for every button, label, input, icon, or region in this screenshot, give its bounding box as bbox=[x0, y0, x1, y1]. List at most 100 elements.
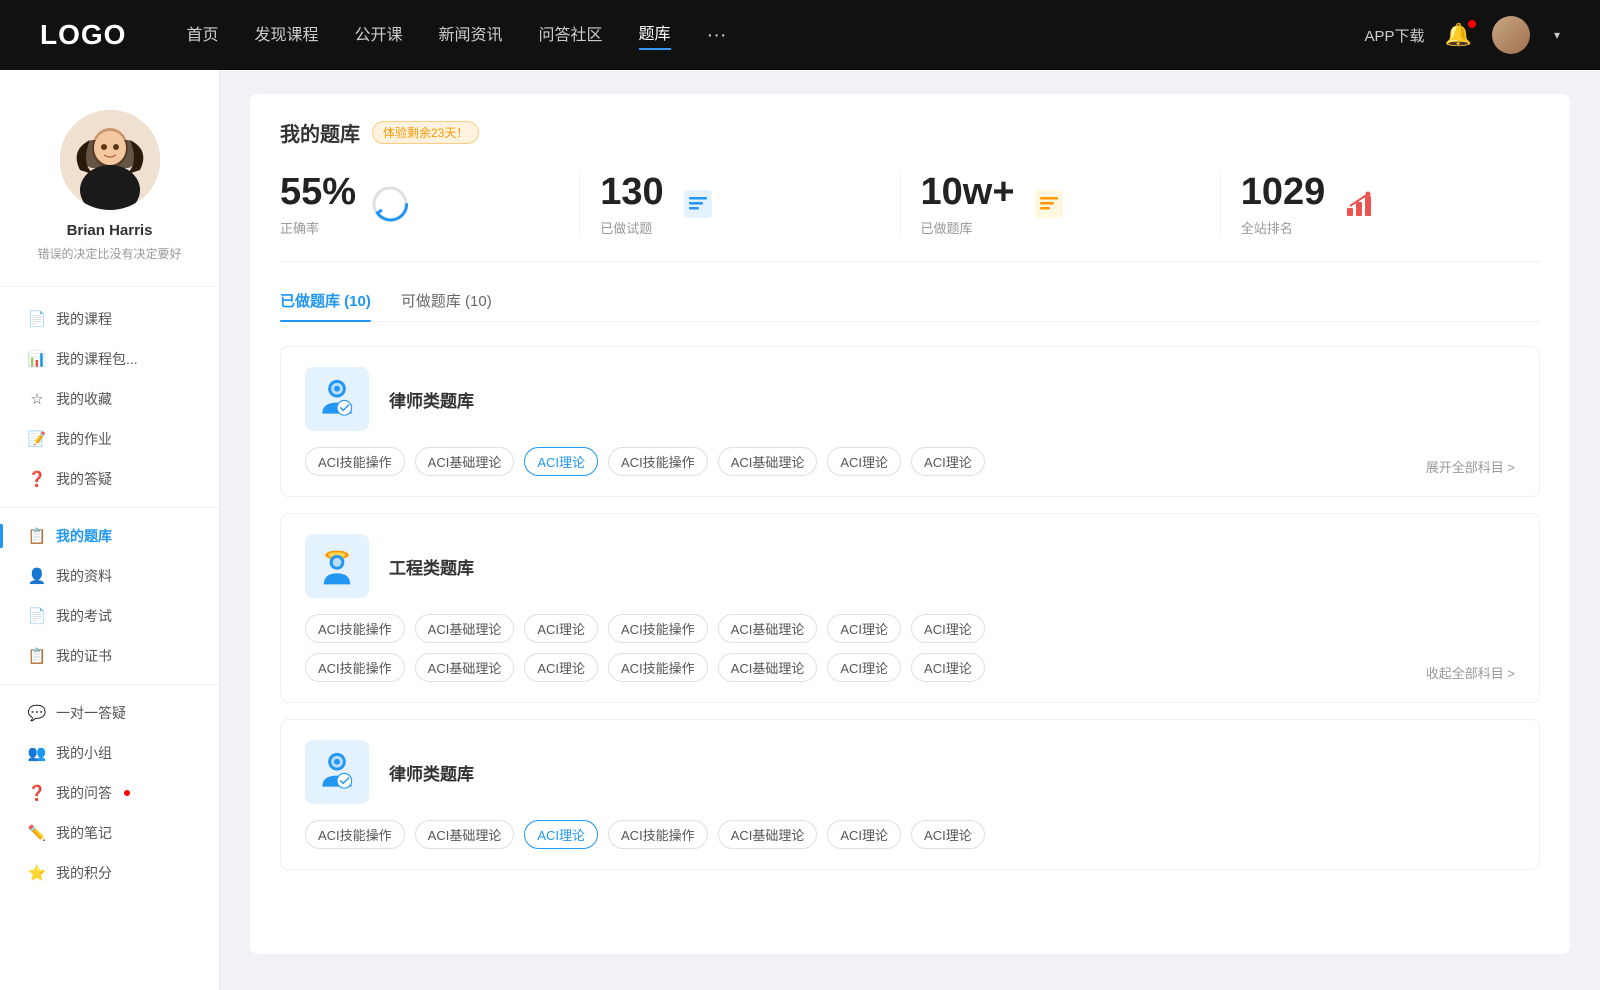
app-download-link[interactable]: APP下载 bbox=[1365, 25, 1425, 46]
nav-news[interactable]: 新闻资讯 bbox=[439, 21, 503, 49]
stat-done-questions: 130 已做试题 bbox=[580, 171, 900, 237]
sidebar-item-homework[interactable]: 📝 我的作业 bbox=[0, 419, 219, 459]
correct-rate-number: 55% bbox=[280, 171, 356, 214]
sidebar-item-course-package[interactable]: 📊 我的课程包... bbox=[0, 339, 219, 379]
nav-more[interactable]: ··· bbox=[707, 24, 727, 47]
sidebar-item-group[interactable]: 👥 我的小组 bbox=[0, 733, 219, 773]
stat-rank: 1029 全站排名 bbox=[1221, 171, 1540, 237]
sidebar-label-exam: 我的考试 bbox=[56, 606, 112, 626]
tag-l1-0[interactable]: ACI技能操作 bbox=[305, 447, 405, 476]
sidebar-item-profile[interactable]: 👤 我的资料 bbox=[0, 556, 219, 596]
tag-l1-5[interactable]: ACI理论 bbox=[827, 447, 901, 476]
logo: LOGO bbox=[40, 19, 126, 51]
bank-tags-engineer-row2: ACI技能操作 ACI基础理论 ACI理论 ACI技能操作 ACI基础理论 AC… bbox=[305, 653, 1416, 682]
nav-menu: 首页 发现课程 公开课 新闻资讯 问答社区 题库 ··· bbox=[186, 20, 1364, 50]
sidebar-avatar bbox=[60, 110, 160, 210]
collapse-engineer-1[interactable]: 收起全部科目 > bbox=[1426, 663, 1515, 682]
correct-rate-icon bbox=[370, 184, 410, 224]
tag-l1-2[interactable]: ACI理论 bbox=[524, 447, 598, 476]
sidebar-item-certificate[interactable]: 📋 我的证书 bbox=[0, 636, 219, 676]
tag-l2-0[interactable]: ACI技能操作 bbox=[305, 820, 405, 849]
tag-e1-r2-0[interactable]: ACI技能操作 bbox=[305, 653, 405, 682]
stat-correct-rate-value: 55% 正确率 bbox=[280, 171, 356, 237]
tab-done-banks[interactable]: 已做题库 (10) bbox=[280, 290, 371, 321]
tag-e1-r1-3[interactable]: ACI技能操作 bbox=[608, 614, 708, 643]
tag-l1-3[interactable]: ACI技能操作 bbox=[608, 447, 708, 476]
user-menu-chevron[interactable]: ▾ bbox=[1554, 28, 1560, 42]
tag-l2-3[interactable]: ACI技能操作 bbox=[608, 820, 708, 849]
navbar-right: APP下载 🔔 ▾ bbox=[1365, 16, 1560, 54]
nav-open-course[interactable]: 公开课 bbox=[354, 21, 402, 49]
sidebar-item-one-on-one[interactable]: 💬 一对一答疑 bbox=[0, 693, 219, 733]
tab-available-banks[interactable]: 可做题库 (10) bbox=[401, 290, 492, 321]
tag-e1-r1-6[interactable]: ACI理论 bbox=[911, 614, 985, 643]
sidebar-label-points: 我的积分 bbox=[56, 863, 112, 883]
expand-lawyer-1[interactable]: 展开全部科目 > bbox=[1426, 457, 1515, 476]
rank-icon bbox=[1339, 184, 1379, 224]
tag-e1-r2-6[interactable]: ACI理论 bbox=[911, 653, 985, 682]
bank-icon-lawyer-2 bbox=[305, 740, 369, 804]
tag-e1-r1-1[interactable]: ACI基础理论 bbox=[415, 614, 515, 643]
nav-qa[interactable]: 问答社区 bbox=[539, 21, 603, 49]
sidebar-item-favorites[interactable]: ☆ 我的收藏 bbox=[0, 379, 219, 419]
nav-home[interactable]: 首页 bbox=[186, 21, 218, 49]
notification-bell[interactable]: 🔔 bbox=[1445, 22, 1472, 48]
tag-e1-r2-1[interactable]: ACI基础理论 bbox=[415, 653, 515, 682]
bank-header-lawyer-1: 律师类题库 bbox=[305, 367, 1515, 431]
bank-section-lawyer-1: 律师类题库 ACI技能操作 ACI基础理论 ACI理论 ACI技能操作 ACI基… bbox=[280, 346, 1540, 497]
bank-title-engineer-1: 工程类题库 bbox=[389, 554, 474, 579]
bank-section-engineer-1: 工程类题库 ACI技能操作 ACI基础理论 ACI理论 ACI技能操作 ACI基… bbox=[280, 513, 1540, 703]
sidebar-item-qa[interactable]: ❓ 我的答疑 bbox=[0, 459, 219, 499]
nav-discover[interactable]: 发现课程 bbox=[254, 21, 318, 49]
sidebar-label-questions: 我的问答 bbox=[56, 783, 112, 803]
sidebar-divider-3 bbox=[0, 684, 219, 685]
sidebar-label-course-package: 我的课程包... bbox=[56, 349, 138, 369]
sidebar-item-questions[interactable]: ❓ 我的问答 bbox=[0, 773, 219, 813]
stat-rank-value: 1029 全站排名 bbox=[1241, 171, 1326, 237]
sidebar-label-notes: 我的笔记 bbox=[56, 823, 112, 843]
tag-l2-2[interactable]: ACI理论 bbox=[524, 820, 598, 849]
bank-tags-lawyer-2: ACI技能操作 ACI基础理论 ACI理论 ACI技能操作 ACI基础理论 AC… bbox=[305, 820, 1515, 849]
tag-l2-6[interactable]: ACI理论 bbox=[911, 820, 985, 849]
sidebar-label-bank: 我的题库 bbox=[56, 526, 112, 546]
main-content: 我的题库 体验剩余23天！ 55% 正确率 bbox=[220, 70, 1600, 990]
tag-e1-r2-3[interactable]: ACI技能操作 bbox=[608, 653, 708, 682]
sidebar-divider-2 bbox=[0, 507, 219, 508]
bank-title-text-engineer-1: 工程类题库 bbox=[389, 554, 474, 579]
tag-e1-r1-0[interactable]: ACI技能操作 bbox=[305, 614, 405, 643]
homework-icon: 📝 bbox=[28, 430, 46, 448]
tag-e1-r1-2[interactable]: ACI理论 bbox=[524, 614, 598, 643]
sidebar-motto: 错误的决定比没有决定要好 bbox=[10, 245, 209, 262]
done-questions-number: 130 bbox=[600, 171, 663, 214]
tag-e1-r1-5[interactable]: ACI理论 bbox=[827, 614, 901, 643]
tag-l1-6[interactable]: ACI理论 bbox=[911, 447, 985, 476]
tag-l2-1[interactable]: ACI基础理论 bbox=[415, 820, 515, 849]
sidebar-item-exam[interactable]: 📄 我的考试 bbox=[0, 596, 219, 636]
correct-rate-label: 正确率 bbox=[280, 218, 356, 237]
sidebar-username: Brian Harris bbox=[10, 222, 209, 239]
bank-title-text-lawyer-2: 律师类题库 bbox=[389, 760, 474, 785]
tag-e1-r2-2[interactable]: ACI理论 bbox=[524, 653, 598, 682]
tag-e1-r2-5[interactable]: ACI理论 bbox=[827, 653, 901, 682]
user-avatar[interactable] bbox=[1492, 16, 1530, 54]
notification-badge bbox=[1468, 20, 1476, 28]
sidebar-item-points[interactable]: ⭐ 我的积分 bbox=[0, 853, 219, 893]
rank-label: 全站排名 bbox=[1241, 218, 1326, 237]
sidebar-label-qa: 我的答疑 bbox=[56, 469, 112, 489]
sidebar-item-bank[interactable]: 📋 我的题库 bbox=[0, 516, 219, 556]
stat-done-questions-value: 130 已做试题 bbox=[600, 171, 663, 237]
tag-e1-r2-4[interactable]: ACI基础理论 bbox=[718, 653, 818, 682]
tag-e1-r1-4[interactable]: ACI基础理论 bbox=[718, 614, 818, 643]
course-package-icon: 📊 bbox=[28, 350, 46, 368]
exam-icon: 📄 bbox=[28, 607, 46, 625]
tag-l2-5[interactable]: ACI理论 bbox=[827, 820, 901, 849]
group-icon: 👥 bbox=[28, 744, 46, 762]
tag-l1-4[interactable]: ACI基础理论 bbox=[718, 447, 818, 476]
tag-l2-4[interactable]: ACI基础理论 bbox=[718, 820, 818, 849]
nav-bank[interactable]: 题库 bbox=[639, 20, 671, 50]
sidebar-item-notes[interactable]: ✏️ 我的笔记 bbox=[0, 813, 219, 853]
tag-l1-1[interactable]: ACI基础理论 bbox=[415, 447, 515, 476]
sidebar-label-homework: 我的作业 bbox=[56, 429, 112, 449]
sidebar-item-course[interactable]: 📄 我的课程 bbox=[0, 299, 219, 339]
done-questions-icon bbox=[678, 184, 718, 224]
